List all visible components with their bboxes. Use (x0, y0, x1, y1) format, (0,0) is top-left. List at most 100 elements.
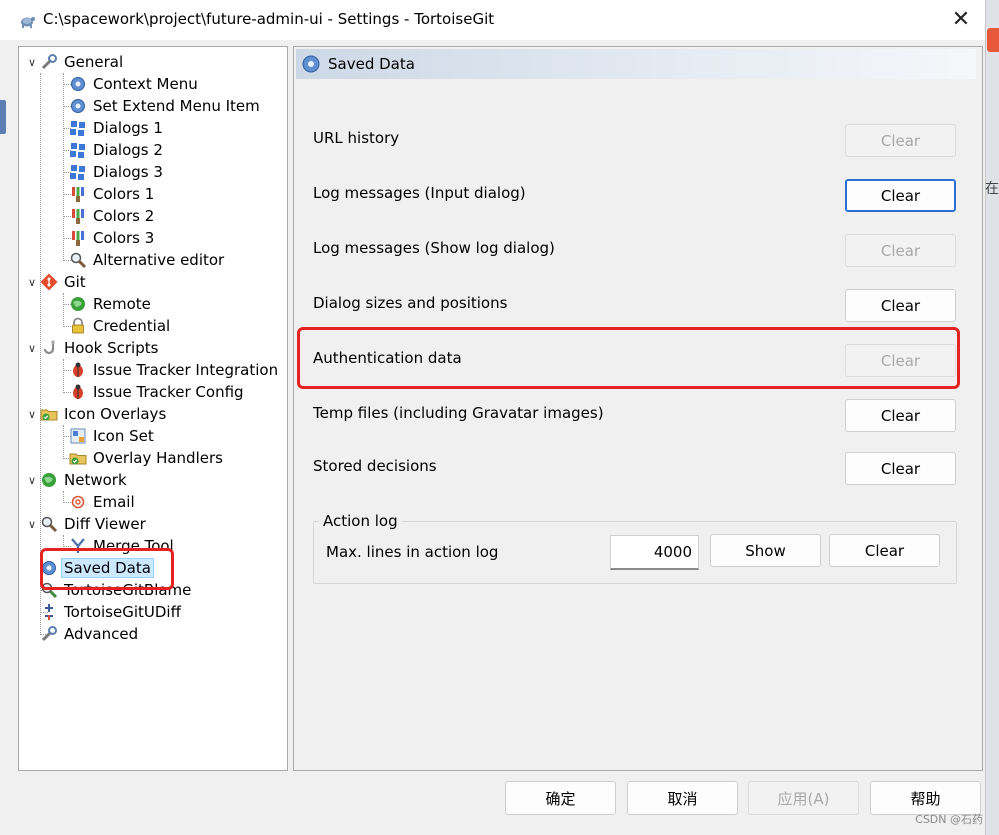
tree-item-general[interactable]: ∨ General (25, 51, 125, 73)
clear-log-messages-show-button[interactable]: Clear (845, 234, 956, 267)
clear-action-log-button[interactable]: Clear (829, 534, 940, 567)
tree-item-tortoisegitblame[interactable]: TortoiseGitBlame (39, 579, 193, 601)
tree-item-network[interactable]: ∨ Network (25, 469, 129, 491)
tree-item-label: Email (93, 493, 135, 511)
background-chip (987, 28, 999, 52)
tree-item-saved-data[interactable]: Saved Data (39, 557, 154, 579)
temp-files-label: Temp files (including Gravatar images) (313, 404, 604, 422)
tree-item-label: Dialogs 3 (93, 163, 163, 181)
magnifier-icon (39, 514, 59, 534)
tree-item-colors-1[interactable]: Colors 1 (68, 183, 156, 205)
tree-item-label: Colors 1 (93, 185, 155, 203)
brushes-icon (68, 184, 88, 204)
tree-item-label: Dialogs 1 (93, 119, 163, 137)
tree-item-label: Credential (93, 317, 171, 335)
tree-item-label: Saved Data (61, 558, 154, 578)
tree-item-colors-2[interactable]: Colors 2 (68, 205, 156, 227)
show-action-log-button[interactable]: Show (710, 534, 821, 567)
tree-item-label: Advanced (64, 625, 139, 643)
tree-item-label: Icon Set (93, 427, 154, 445)
close-icon: ✕ (951, 6, 971, 32)
gear-icon (300, 53, 322, 75)
expand-toggle[interactable]: ∨ (25, 51, 39, 73)
max-lines-label: Max. lines in action log (326, 543, 499, 561)
background-glyph: 在 (985, 181, 999, 197)
tree-item-alternative-editor[interactable]: Alternative editor (68, 249, 226, 271)
tree-item-issue-tracker-config[interactable]: Issue Tracker Config (68, 381, 246, 403)
tree-item-label: TortoiseGitUDiff (64, 603, 181, 621)
tree-item-advanced[interactable]: Advanced (39, 623, 140, 645)
tree-item-tortoisegitudiff[interactable]: TortoiseGitUDiff (39, 601, 183, 623)
tree-item-context-menu[interactable]: Context Menu (68, 73, 200, 95)
tree-item-label: Merge Tool (93, 537, 174, 555)
url-history-label: URL history (313, 129, 400, 147)
icon-set-icon (68, 426, 88, 446)
tree-item-label: Overlay Handlers (93, 449, 223, 467)
clear-temp-files-button[interactable]: Clear (845, 399, 956, 432)
tree-item-dialogs-2[interactable]: Dialogs 2 (68, 139, 165, 161)
expand-toggle[interactable]: ∨ (25, 469, 39, 491)
dialog-sizes-label: Dialog sizes and positions (313, 294, 508, 312)
tree-git-line (63, 293, 64, 327)
tree-item-git[interactable]: ∨ Git (25, 271, 88, 293)
watermark: CSDN @石药 (915, 813, 983, 826)
tree-item-label: Dialogs 2 (93, 141, 163, 159)
max-lines-input[interactable] (610, 535, 699, 570)
page-title: Saved Data (328, 55, 415, 73)
tree-item-overlay-handlers[interactable]: Overlay Handlers (68, 447, 225, 469)
tree-overlay-line (63, 425, 64, 459)
tree-item-colors-3[interactable]: Colors 3 (68, 227, 156, 249)
gear-icon (39, 558, 59, 578)
git-icon (39, 272, 59, 292)
tree-item-diff-viewer[interactable]: ∨ Diff Viewer (25, 513, 148, 535)
clear-log-messages-input-button[interactable]: Clear (845, 179, 956, 212)
tree-item-remote[interactable]: Remote (68, 293, 153, 315)
diff-icon (39, 602, 59, 622)
action-log-legend: Action log (319, 512, 402, 530)
apply-button[interactable]: 应用(A) (748, 781, 859, 815)
tree-item-hook-scripts[interactable]: ∨ Hook Scripts (25, 337, 160, 359)
windows-icon (68, 162, 88, 182)
clear-authentication-button[interactable]: Clear (845, 344, 956, 377)
expand-toggle[interactable]: ∨ (25, 403, 39, 425)
gear-icon (68, 74, 88, 94)
tree-item-email[interactable]: Email (68, 491, 137, 513)
clear-stored-decisions-button[interactable]: Clear (845, 452, 956, 485)
expand-toggle[interactable]: ∨ (25, 337, 39, 359)
tree-item-issue-tracker-integration[interactable]: Issue Tracker Integration (68, 359, 280, 381)
tree-item-label: TortoiseGitBlame (64, 581, 192, 599)
close-button[interactable]: ✕ (945, 4, 977, 34)
tree-item-icon-overlays[interactable]: ∨ Icon Overlays (25, 403, 168, 425)
tree-item-set-extend-menu-item[interactable]: Set Extend Menu Item (68, 95, 262, 117)
ok-button[interactable]: 确定 (505, 781, 616, 815)
tree-item-icon-set[interactable]: Icon Set (68, 425, 156, 447)
tree-item-dialogs-1[interactable]: Dialogs 1 (68, 117, 165, 139)
tree-item-label: Hook Scripts (64, 339, 159, 357)
stored-decisions-label: Stored decisions (313, 457, 437, 475)
folder-check-icon (39, 404, 59, 424)
windows-icon (68, 118, 88, 138)
tree-item-credential[interactable]: Credential (68, 315, 172, 337)
tree-general-line (63, 73, 64, 259)
settings-tree[interactable]: ∨ General Context Menu Set Extend Menu I… (18, 46, 288, 771)
log-messages-input-label: Log messages (Input dialog) (313, 184, 526, 202)
bug-icon (68, 382, 88, 402)
globe-icon (68, 294, 88, 314)
tree-item-label: Context Menu (93, 75, 198, 93)
help-button[interactable]: 帮助 (870, 781, 981, 815)
tree-item-label: Issue Tracker Config (93, 383, 244, 401)
brushes-icon (68, 228, 88, 248)
clear-url-history-button[interactable]: Clear (845, 124, 956, 157)
tree-item-label: Git (64, 273, 86, 291)
tree-item-merge-tool[interactable]: Merge Tool (68, 535, 176, 557)
settings-page-saved-data: Saved Data URL history Clear Log message… (293, 46, 983, 771)
expand-toggle[interactable]: ∨ (25, 513, 39, 535)
expand-toggle[interactable]: ∨ (25, 271, 39, 293)
cancel-button[interactable]: 取消 (627, 781, 738, 815)
blame-magnifier-icon (39, 580, 59, 600)
tree-item-label: Remote (93, 295, 151, 313)
background-left-strip (0, 100, 6, 134)
tree-item-dialogs-3[interactable]: Dialogs 3 (68, 161, 165, 183)
magnifier-icon (68, 250, 88, 270)
clear-dialog-sizes-button[interactable]: Clear (845, 289, 956, 322)
